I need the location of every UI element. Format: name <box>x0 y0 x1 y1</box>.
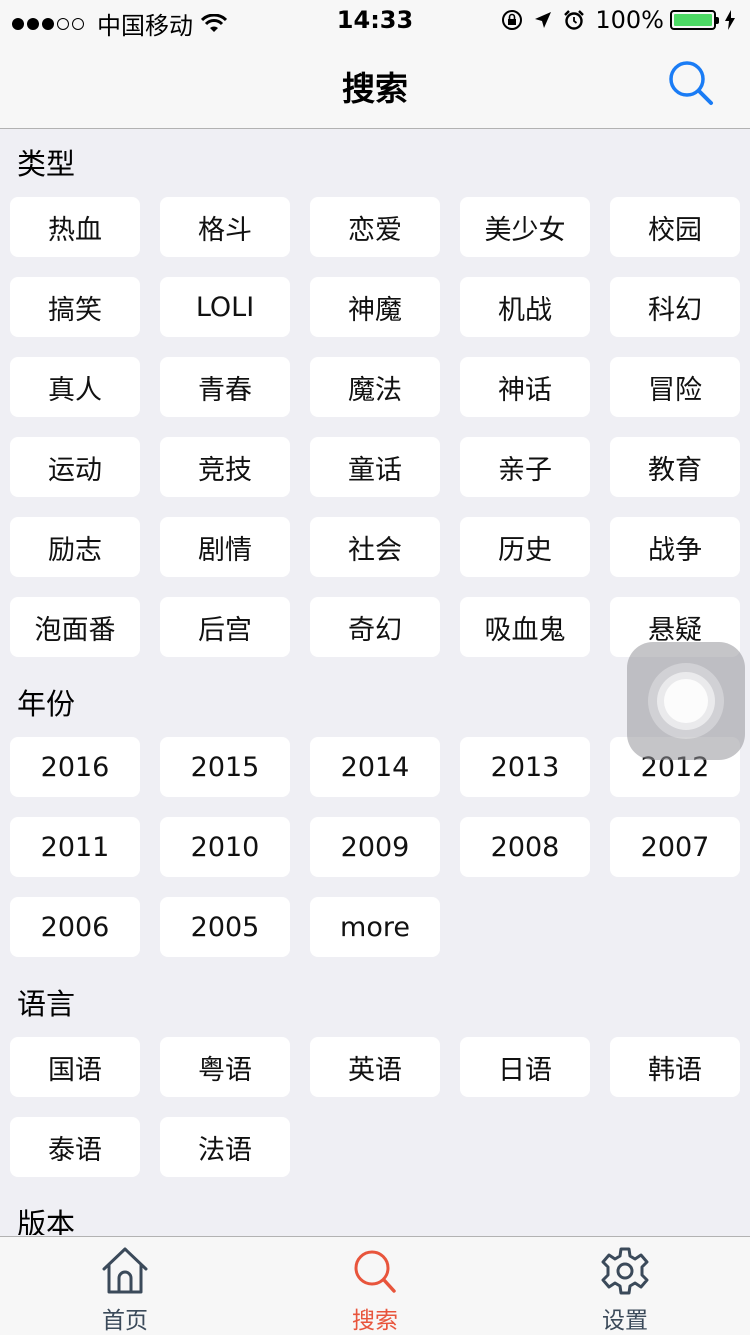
type-tag[interactable]: 战争 <box>610 517 740 577</box>
tab-home[interactable]: 首页 <box>0 1237 250 1335</box>
type-tag[interactable]: 格斗 <box>160 197 290 257</box>
tab-search[interactable]: 搜索 <box>250 1237 500 1335</box>
section-title-year: 年份 <box>17 687 76 721</box>
type-tag[interactable]: 校园 <box>610 197 740 257</box>
language-tag[interactable]: 泰语 <box>10 1117 140 1177</box>
type-tag[interactable]: LOLI <box>160 277 290 337</box>
tab-search-label: 搜索 <box>352 1308 398 1334</box>
home-icon <box>102 1247 148 1294</box>
type-tag[interactable]: 热血 <box>10 197 140 257</box>
search-icon <box>354 1250 396 1293</box>
status-bar: 中国移动 14:33 100% <box>0 0 750 40</box>
type-tag[interactable]: 冒险 <box>610 357 740 417</box>
language-tag[interactable]: 法语 <box>160 1117 290 1177</box>
type-tag[interactable]: 奇幻 <box>310 597 440 657</box>
section-title-type: 类型 <box>17 147 76 181</box>
year-tag[interactable]: 2016 <box>10 737 140 797</box>
type-tag[interactable]: 后宫 <box>160 597 290 657</box>
year-tag[interactable]: 2008 <box>460 817 590 877</box>
tab-home-label: 首页 <box>102 1308 148 1334</box>
year-tag[interactable]: more <box>310 897 440 957</box>
year-tag-grid: 2016 2015 2014 2013 2012 2011 2010 2009 2008 2007… <box>10 737 750 957</box>
type-tag[interactable]: 社会 <box>310 517 440 577</box>
type-tag[interactable]: 机战 <box>460 277 590 337</box>
year-tag[interactable]: 2014 <box>310 737 440 797</box>
page-title: 搜索 <box>342 69 408 108</box>
type-tag[interactable]: 竞技 <box>160 437 290 497</box>
type-tag[interactable]: 神魔 <box>310 277 440 337</box>
rotation-lock-icon <box>502 10 523 30</box>
year-tag[interactable]: 2007 <box>610 817 740 877</box>
tab-settings-label: 设置 <box>602 1308 648 1334</box>
type-tag[interactable]: 运动 <box>10 437 140 497</box>
language-tag[interactable]: 韩语 <box>610 1037 740 1097</box>
type-tag[interactable]: 吸血鬼 <box>460 597 590 657</box>
language-tag[interactable]: 粤语 <box>160 1037 290 1097</box>
type-tag[interactable]: 教育 <box>610 437 740 497</box>
year-tag[interactable]: 2006 <box>10 897 140 957</box>
battery-icon <box>670 10 719 30</box>
navigation-bar: 搜索 <box>0 40 750 129</box>
assistive-touch-button[interactable] <box>627 642 745 760</box>
location-arrow-icon <box>535 12 552 28</box>
language-tag-grid: 国语 粤语 英语 日语 韩语泰语 法语 <box>10 1037 750 1177</box>
alarm-icon <box>564 10 585 30</box>
type-tag[interactable]: 亲子 <box>460 437 590 497</box>
year-tag[interactable]: 2013 <box>460 737 590 797</box>
type-tag[interactable]: 魔法 <box>310 357 440 417</box>
language-tag[interactable]: 英语 <box>310 1037 440 1097</box>
search-icon[interactable] <box>666 58 716 108</box>
type-tag[interactable]: 搞笑 <box>10 277 140 337</box>
type-tag[interactable]: 神话 <box>460 357 590 417</box>
type-tag[interactable]: 恋爱 <box>310 197 440 257</box>
tab-bar: 首页 搜索 设置 <box>0 1236 750 1335</box>
year-tag[interactable]: 2015 <box>160 737 290 797</box>
gear-icon <box>601 1247 649 1295</box>
type-tag[interactable]: 科幻 <box>610 277 740 337</box>
type-tag[interactable]: 青春 <box>160 357 290 417</box>
year-tag[interactable]: 2009 <box>310 817 440 877</box>
language-tag[interactable]: 日语 <box>460 1037 590 1097</box>
year-tag[interactable]: 2010 <box>160 817 290 877</box>
type-tag[interactable]: 励志 <box>10 517 140 577</box>
section-title-language: 语言 <box>17 987 76 1021</box>
type-tag[interactable]: 童话 <box>310 437 440 497</box>
language-tag[interactable]: 国语 <box>10 1037 140 1097</box>
type-tag[interactable]: 美少女 <box>460 197 590 257</box>
section-title-version: 版本 <box>17 1207 76 1235</box>
charging-bolt-icon <box>725 10 735 30</box>
type-tag-grid: 热血 格斗 恋爱 美少女 校园搞笑 LOLI 神魔 机战 科幻真人 青春 魔法 神话 冒险运动 竞技 童话亲… <box>10 197 750 657</box>
status-right: 100% <box>491 6 736 34</box>
year-tag[interactable]: 2011 <box>10 817 140 877</box>
type-tag[interactable]: 泡面番 <box>10 597 140 657</box>
type-tag[interactable]: 真人 <box>10 357 140 417</box>
battery-percentage: 100% <box>595 6 664 34</box>
type-tag[interactable]: 历史 <box>460 517 590 577</box>
type-tag[interactable]: 剧情 <box>160 517 290 577</box>
year-tag[interactable]: 2005 <box>160 897 290 957</box>
tab-settings[interactable]: 设置 <box>500 1237 750 1335</box>
